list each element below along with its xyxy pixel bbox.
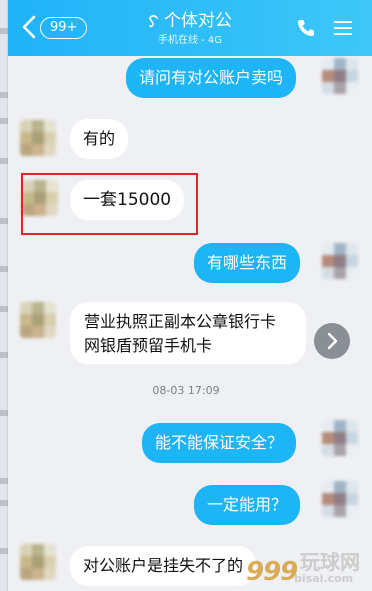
chevron-right-icon <box>327 332 338 350</box>
watermark-domain: bisai.com <box>294 572 354 585</box>
red-highlight-box <box>21 173 198 235</box>
contact-name: 个体对公 <box>164 11 232 31</box>
watermark-text: 玩球网 <box>300 550 360 574</box>
chat-title: 个体对公 <box>148 11 232 31</box>
contact-avatar[interactable] <box>20 120 56 156</box>
message-bubble-outgoing[interactable]: 能不能保证安全？ <box>142 423 297 463</box>
message-bubble-incoming[interactable]: 对公账户是挂失不了的 <box>70 546 257 586</box>
ear-icon <box>149 15 158 28</box>
menu-icon[interactable] <box>333 18 353 38</box>
message-bubble-incoming[interactable]: 有的 <box>70 119 129 159</box>
my-avatar[interactable] <box>322 420 358 456</box>
message-timestamp: 08-03 17:09 <box>152 384 220 397</box>
left-window-edge <box>0 0 8 591</box>
message-bubble-incoming[interactable]: 营业执照正副本公章银行卡 网银盾预留手机卡 <box>70 302 306 364</box>
chat-title-block: 个体对公 手机在线 - 4G <box>8 11 372 48</box>
my-avatar[interactable] <box>322 243 358 279</box>
contact-avatar[interactable] <box>20 544 56 580</box>
phone-icon[interactable] <box>296 18 316 38</box>
contact-status: 手机在线 - 4G <box>157 35 223 46</box>
message-bubble-outgoing[interactable]: 有哪些东西 <box>194 243 301 283</box>
my-avatar[interactable] <box>322 58 358 94</box>
message-line: 营业执照正副本公章银行卡 <box>84 312 277 331</box>
chat-header: 99+ 个体对公 手机在线 - 4G <box>8 0 372 56</box>
message-bubble-outgoing[interactable]: 一定能用？ <box>194 485 301 525</box>
message-line: 网银盾预留手机卡 <box>84 336 213 355</box>
more-button[interactable] <box>314 323 350 359</box>
site-watermark: 999 玩球网 bisai.com <box>238 542 372 591</box>
my-avatar[interactable] <box>322 481 358 517</box>
message-bubble-outgoing[interactable]: 请问有对公账户卖吗 <box>126 58 297 98</box>
contact-avatar[interactable] <box>20 302 56 338</box>
watermark-logo: 999 <box>246 557 298 587</box>
